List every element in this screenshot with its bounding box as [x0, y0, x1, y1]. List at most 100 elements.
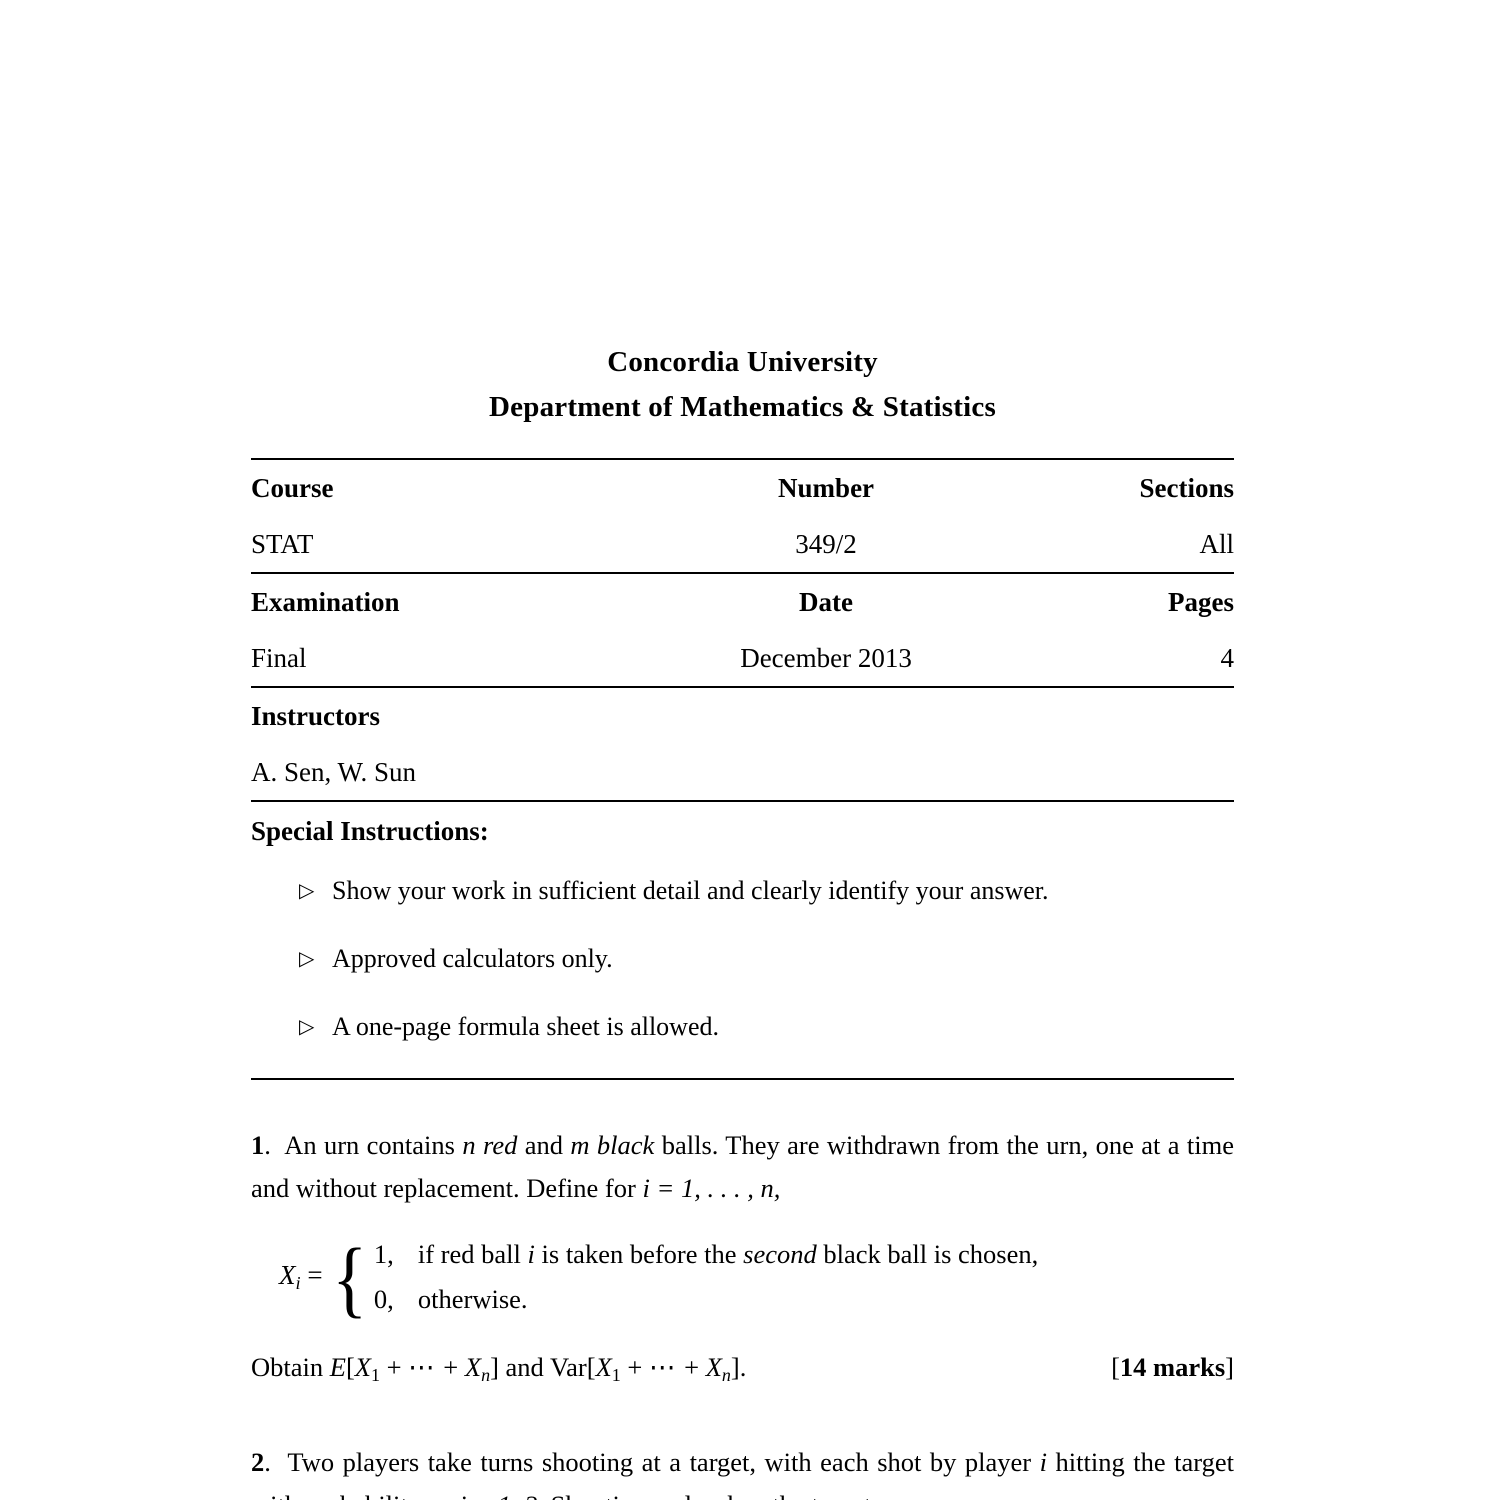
instruction-text: A one-page formula sheet is allowed.	[332, 1012, 719, 1041]
cases-row-1: 1, if red ball i is taken before the seco…	[374, 1232, 1038, 1277]
table-row-headers-2: Examination Date Pages	[251, 574, 1234, 630]
question-2-line-1: Two players take turns shooting at a tar…	[287, 1447, 1040, 1478]
case-1-italic-second: second	[743, 1239, 817, 1269]
term-x-n-b: X	[705, 1352, 722, 1382]
question-2-line-2-c: Shooting ends when the target	[544, 1490, 871, 1500]
question-1-number-separator: .	[264, 1130, 271, 1160]
question-1-italic-m-black: m black	[570, 1130, 655, 1160]
instruction-text: Approved calculators only.	[332, 944, 613, 973]
question-1-obtain-line: Obtain E[X1 + ⋯ + Xn] and Var[X1 + ⋯ + X…	[251, 1346, 1234, 1397]
cases-lhs-symbol: X	[279, 1259, 296, 1290]
header-course: Course	[251, 473, 334, 503]
dots-2: ⋯	[648, 1352, 678, 1382]
list-item: ▷ Show your work in sufficient detail an…	[299, 874, 1234, 908]
value-examination: Final	[251, 643, 307, 673]
question-2-number-separator: .	[264, 1447, 271, 1478]
header-sections: Sections	[1139, 473, 1235, 503]
term-x-1: X	[354, 1352, 371, 1382]
bracket-open-1: [	[345, 1352, 355, 1382]
special-instructions-list: ▷ Show your work in sufficient detail an…	[251, 874, 1234, 1044]
plus-4: +	[677, 1352, 706, 1382]
expectation-operator: E	[329, 1352, 346, 1382]
marks-bracket-close: ]	[1225, 1352, 1234, 1382]
question-1-text-b: and	[517, 1130, 571, 1160]
question-1-text-a: An urn contains	[284, 1130, 463, 1160]
obtain-expression: Obtain E[X1 + ⋯ + Xn] and Var[X1 + ⋯ + X…	[251, 1346, 746, 1397]
bracket-open-2: [	[586, 1352, 596, 1382]
value-date: December 2013	[740, 643, 912, 673]
page-content: Concordia University Department of Mathe…	[251, 0, 1234, 1500]
cases-expression: Xi = { 1, if red ball i is taken before t…	[279, 1232, 1038, 1322]
value-pages: 4	[1220, 643, 1235, 673]
header-date: Date	[799, 587, 854, 617]
question-1: 1. An urn contains n red and m black bal…	[251, 1124, 1234, 1210]
list-item: ▷ Approved calculators only.	[299, 942, 1234, 976]
cases-rows: 1, if red ball i is taken before the seco…	[374, 1232, 1038, 1322]
case-1-text-a: if red ball	[417, 1239, 528, 1269]
instruction-text: Show your work in sufficient detail and …	[332, 876, 1049, 905]
cases-lhs-subscript: i	[295, 1273, 301, 1294]
question-2: 2. Two players take turns shooting at a …	[251, 1441, 1234, 1500]
question-2-index-math: i = 1, 2.	[459, 1490, 544, 1500]
header-number: Number	[778, 473, 875, 503]
question-1-marks: [14 marks]	[1111, 1346, 1234, 1389]
dots-1: ⋯	[408, 1352, 437, 1382]
course-info-table: Course Number Sections STAT 349/2 All	[251, 460, 1234, 572]
cases-lhs: Xi =	[279, 1260, 329, 1294]
question-2-number: 2	[251, 1447, 265, 1478]
question-1-math-tail: i = 1, . . . , n,	[642, 1173, 781, 1203]
department-name: Department of Mathematics & Statistics	[489, 391, 996, 423]
question-2-player-var: i	[1039, 1447, 1048, 1478]
case-1-value: 1,	[373, 1239, 394, 1269]
exam-cover-page: Concordia University Department of Mathe…	[0, 0, 1500, 1500]
case-2-text: otherwise.	[417, 1284, 528, 1314]
instructors-value: A. Sen, W. Sun	[251, 757, 417, 787]
marks-bracket-open: [	[1111, 1352, 1120, 1382]
obtain-mid: and	[498, 1352, 550, 1382]
value-sections: All	[1199, 529, 1234, 559]
list-item: ▷ A one-page formula sheet is allowed.	[299, 1010, 1234, 1044]
exam-info-table: Examination Date Pages Final December 20…	[251, 574, 1234, 686]
header-examination: Examination	[251, 587, 400, 617]
question-2-comma: ,	[446, 1490, 459, 1500]
term-x-n-b-subscript: n	[721, 1365, 731, 1386]
triangle-bullet-icon: ▷	[299, 1016, 315, 1038]
cases-equals: =	[307, 1259, 323, 1290]
table-row-values-2: Final December 2013 4	[251, 630, 1234, 686]
question-1-definition: Xi = { 1, if red ball i is taken before t…	[251, 1232, 1234, 1322]
plus-3: +	[620, 1352, 649, 1382]
question-1-number: 1	[251, 1130, 265, 1160]
university-name: Concordia University	[607, 346, 878, 378]
special-instructions-title: Special Instructions:	[251, 816, 489, 846]
case-1-text-b: is taken before the	[534, 1239, 744, 1269]
obtain-period: .	[739, 1352, 747, 1382]
term-x-1-subscript: 1	[370, 1365, 380, 1386]
term-x-n: X	[464, 1352, 482, 1382]
cases-row-2: 0, otherwise.	[374, 1277, 1038, 1322]
document-header: Concordia University Department of Mathe…	[251, 0, 1234, 430]
instructors-label: Instructors	[251, 701, 380, 731]
term-x-n-subscript: n	[481, 1365, 491, 1386]
plus-2: +	[436, 1352, 465, 1382]
triangle-bullet-icon: ▷	[299, 880, 315, 902]
case-1-var: i	[527, 1239, 535, 1269]
variance-operator: Var	[549, 1352, 587, 1382]
triangle-bullet-icon: ▷	[299, 948, 315, 970]
plus-1: +	[379, 1352, 409, 1382]
table-row-values-1: STAT 349/2 All	[251, 516, 1234, 572]
case-2-value: 0,	[373, 1284, 394, 1314]
term-x-1-b-subscript: 1	[611, 1365, 621, 1386]
table-row-headers-1: Course Number Sections	[251, 460, 1234, 516]
bracket-close-2: ]	[730, 1352, 740, 1382]
question-1-italic-n-red: n red	[462, 1130, 518, 1160]
value-course: STAT	[251, 529, 314, 559]
header-pages: Pages	[1168, 587, 1234, 617]
bracket-close-1: ]	[490, 1352, 499, 1382]
obtain-lead: Obtain	[251, 1352, 330, 1382]
rule-bottom	[251, 1078, 1234, 1080]
question-2-prob-var: p	[428, 1490, 441, 1500]
term-x-1-b: X	[595, 1352, 612, 1382]
left-brace-icon: {	[331, 1229, 367, 1326]
value-number: 349/2	[795, 529, 857, 559]
case-1-text-c: black ball is chosen,	[816, 1239, 1039, 1269]
